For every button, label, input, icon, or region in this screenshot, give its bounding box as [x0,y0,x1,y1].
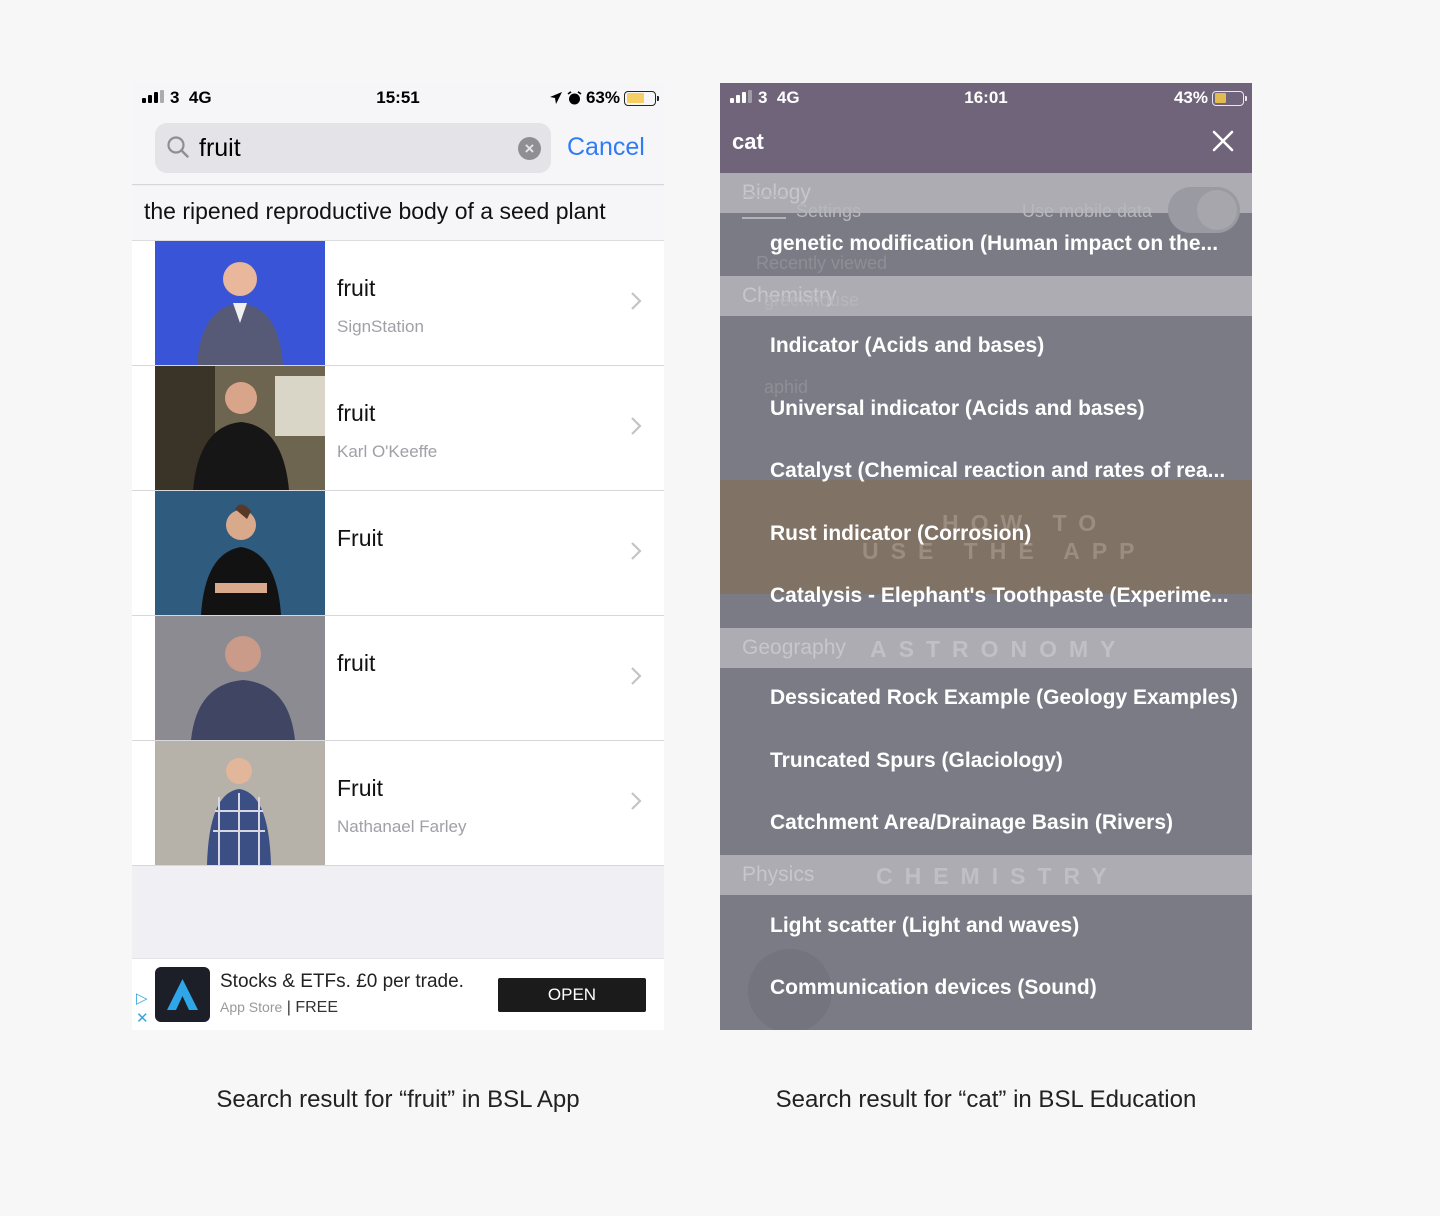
chevron-right-icon [631,417,642,435]
result-row-4[interactable]: fruit [132,616,664,741]
video-thumbnail [155,241,325,365]
result-item[interactable]: Rust indicator (Corrosion) [770,522,1031,546]
video-thumbnail [155,366,325,490]
result-item[interactable]: Catchment Area/Drainage Basin (Rivers) [770,811,1173,835]
search-overlay: Biology Settings Use mobile data Recentl… [720,173,1252,1030]
result-item[interactable]: Communication devices (Sound) [770,976,1097,1000]
ghost-text: Recently viewed [756,253,888,273]
close-icon[interactable] [1210,128,1236,154]
caption-left: Search result for “fruit” in BSL App [216,1086,580,1113]
battery-icon [624,90,659,106]
search-input[interactable]: fruit × [155,123,551,173]
ghost-text: Settings [796,201,862,221]
ghost-slider-icon [742,217,786,219]
bsl-app-screen: 3 4G 15:51 63% fruit × Cancel the ripene… [132,83,664,1030]
ghost-text: CHEMISTRY [876,863,1119,889]
ghost-text: greenhouse [764,290,860,310]
ad-headline: Stocks & ETFs. £0 per trade. [220,971,464,992]
ghost-toggle [1168,187,1240,233]
chevron-right-icon [631,667,642,685]
alarm-icon [567,90,582,104]
search-query: fruit [199,134,241,162]
result-title: fruit [337,650,376,676]
result-item[interactable]: Catalysis - Elephant's Toothpaste (Exper… [770,584,1229,608]
result-item[interactable]: Indicator (Acids and bases) [770,334,1044,358]
ghost-text: aphid [764,377,809,397]
advertiser-logo [155,967,210,1022]
search-query[interactable]: cat [732,129,764,155]
result-author: Nathanael Farley [337,817,467,836]
result-author: SignStation [337,317,424,336]
video-thumbnail [155,491,325,615]
battery-percent: 43% [1173,88,1208,107]
search-header: cat [720,111,1252,173]
bsl-education-screen: 3 4G 16:01 43% cat Biology Settings Use … [720,83,1252,1030]
result-title: Fruit [337,775,383,801]
ghost-slider-icon [742,195,786,197]
ad-subline: App Store | FREE [220,999,338,1016]
caption-right: Search result for “cat” in BSL Education [775,1086,1197,1113]
open-button[interactable]: OPEN [498,978,646,1012]
chevron-right-icon [631,792,642,810]
ghost-band-physics: Physics CHEMISTRY [720,855,1252,895]
result-item[interactable]: Truncated Spurs (Glaciology) [770,749,1063,773]
ghost-band-chemistry: Chemistry greenhouse [720,276,1252,316]
chevron-right-icon [631,542,642,560]
result-row-2[interactable]: fruit Karl O'Keeffe [132,366,664,491]
result-item[interactable]: genetic modification (Human impact on th… [770,232,1218,256]
cancel-button[interactable]: Cancel [567,133,645,162]
location-arrow-icon [549,92,562,104]
clear-search-icon[interactable]: × [518,137,541,160]
result-row-1[interactable]: fruit SignStation [132,241,664,366]
result-author: Karl O'Keeffe [337,442,438,461]
result-row-3[interactable]: Fruit [132,491,664,616]
clock: 16:01 [964,88,1008,107]
ghost-text: Geography [742,636,846,659]
results-list: fruit SignStation fruit Karl O'Keeffe Fr… [132,241,664,866]
battery-icon [1212,90,1247,106]
result-title: fruit [337,400,376,426]
ghost-text: Physics [742,863,815,886]
status-bar: 3 4G 16:01 43% [720,83,1252,111]
video-thumbnail [155,741,325,865]
status-bar: 3 4G 15:51 63% [132,83,664,111]
result-item[interactable]: Catalyst (Chemical reaction and rates of… [770,459,1225,483]
chevron-right-icon [631,292,642,310]
search-bar: fruit × Cancel [132,111,664,185]
result-title: fruit [337,275,376,301]
ad-banner[interactable]: ▷ ✕ Stocks & ETFs. £0 per trade. App Stor… [132,958,664,1030]
result-item[interactable]: Universal indicator (Acids and bases) [770,397,1145,421]
result-row-5[interactable]: Fruit Nathanael Farley [132,741,664,866]
result-item[interactable]: Light scatter (Light and waves) [770,914,1079,938]
result-title: Fruit [337,525,383,551]
result-item[interactable]: Dessicated Rock Example (Geology Example… [770,686,1238,710]
ghost-text: Use mobile data [1022,201,1153,221]
ghost-text: ASTRONOMY [870,636,1128,662]
search-icon [167,136,189,158]
adchoices-icon[interactable]: ▷ ✕ [136,989,149,1029]
battery-percent: 63% [585,88,620,107]
ghost-band-geography: Geography ASTRONOMY [720,628,1252,668]
word-definition: the ripened reproductive body of a seed … [132,186,664,241]
video-thumbnail [155,616,325,740]
